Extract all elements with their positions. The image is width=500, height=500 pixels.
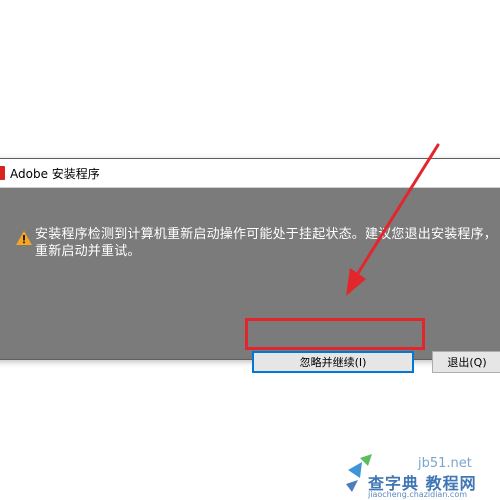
- dialog-title: Adobe 安装程序: [10, 167, 100, 181]
- watermark-site: jb51.net: [418, 456, 472, 471]
- annotation-highlight-box: [245, 318, 425, 350]
- ignore-and-continue-button[interactable]: 忽略并继续(I): [252, 351, 414, 373]
- page: Adobe 安装程序 安装程序检测到计算机重新启动操作可能处于挂起状态。建议您退…: [0, 0, 500, 500]
- watermark-url: jiaocheng.chazidian.com: [368, 490, 468, 499]
- dialog-titlebar: Adobe 安装程序: [0, 159, 500, 188]
- dialog-message: 安装程序检测到计算机重新启动操作可能处于挂起状态。建议您退出安装程序，重新启动并…: [35, 227, 498, 259]
- watermark: jb51.net 查字典 教程网 jiaocheng.chazidian.com: [340, 430, 500, 500]
- exit-button[interactable]: 退出(Q): [432, 351, 500, 373]
- warning-icon: [16, 231, 32, 245]
- adobe-icon: [0, 166, 5, 180]
